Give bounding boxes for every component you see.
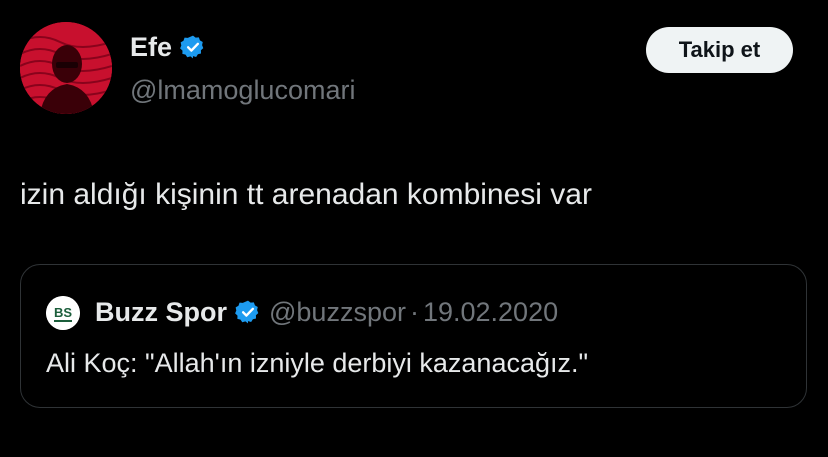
separator-dot: · bbox=[409, 297, 419, 327]
quoted-tweet[interactable]: BS Buzz Spor @buzzspor · 19.02.2020 Ali … bbox=[20, 264, 807, 408]
buzz-spor-logo-icon: BS bbox=[46, 296, 80, 330]
author-handle[interactable]: @lmamoglucomari bbox=[130, 73, 355, 107]
quoted-author-name[interactable]: Buzz Spor bbox=[95, 295, 227, 329]
quoted-author-handle[interactable]: @buzzspor bbox=[269, 295, 406, 329]
author-name[interactable]: Efe bbox=[130, 30, 172, 64]
avatar-portrait-icon bbox=[20, 22, 112, 114]
quoted-header: Buzz Spor @buzzspor · 19.02.2020 bbox=[95, 295, 558, 329]
verified-badge-icon bbox=[180, 34, 206, 60]
tweet-text: izin aldığı kişinin tt arenadan kombines… bbox=[20, 178, 592, 211]
svg-text:BS: BS bbox=[54, 305, 72, 320]
tweet-card: Efe @lmamoglucomari Takip et izin aldığı… bbox=[0, 0, 828, 457]
quoted-text: Ali Koç: "Allah'ın izniyle derbiyi kazan… bbox=[46, 348, 589, 378]
author-avatar[interactable] bbox=[20, 22, 112, 114]
quoted-verified-badge-icon bbox=[235, 299, 261, 325]
follow-button[interactable]: Takip et bbox=[646, 27, 793, 73]
quoted-date[interactable]: 19.02.2020 bbox=[423, 295, 558, 329]
quoted-avatar[interactable]: BS bbox=[46, 296, 80, 330]
author-name-row[interactable]: Efe bbox=[130, 30, 206, 64]
